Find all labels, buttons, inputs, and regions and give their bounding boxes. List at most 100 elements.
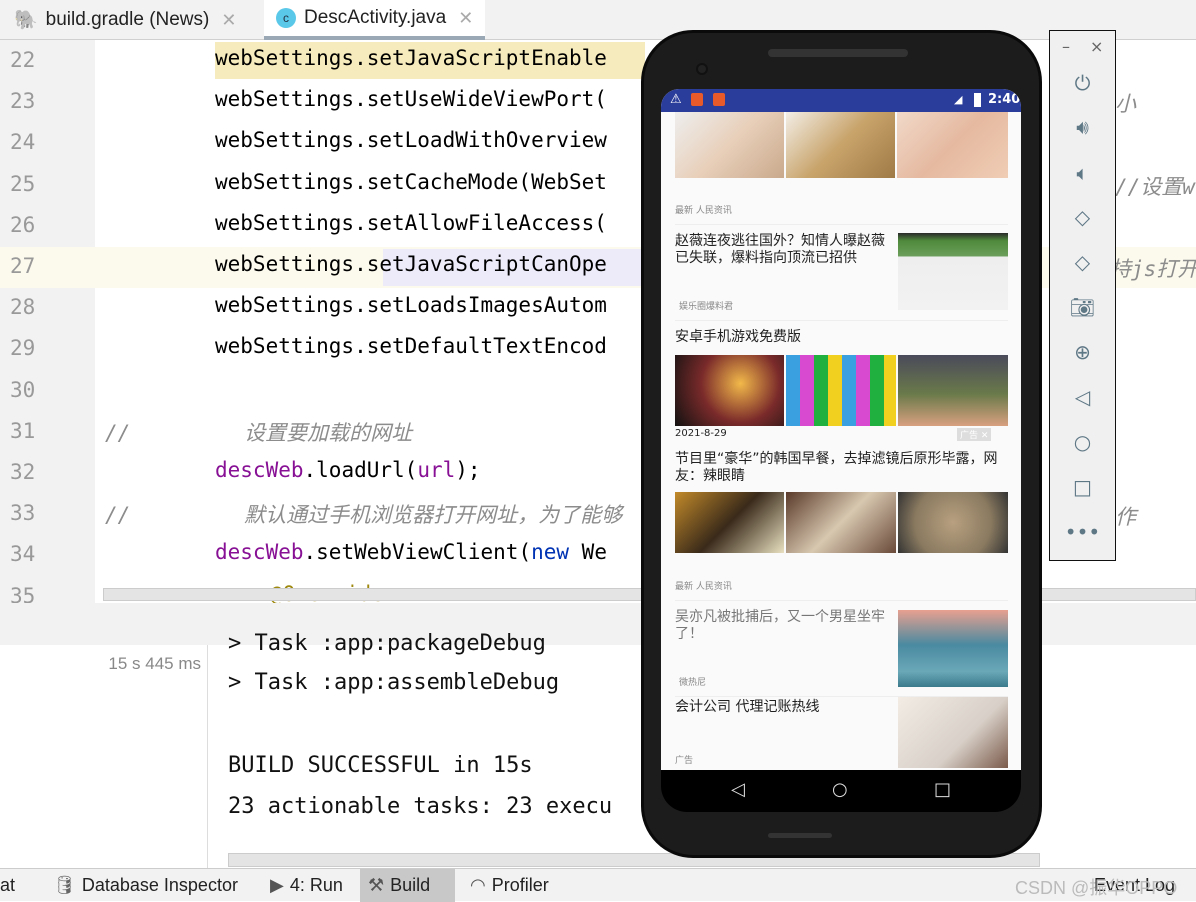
build-duration: 15 s 445 ms <box>108 654 201 673</box>
code-line: webSettings.setUseWideViewPort( <box>215 87 607 112</box>
code-fragment: //设置w <box>1115 175 1195 199</box>
article-image[interactable] <box>675 492 784 553</box>
profiler-icon: ◠ <box>470 875 486 895</box>
ad-image[interactable] <box>898 355 1008 426</box>
ad-image[interactable] <box>786 355 896 426</box>
tool-profiler[interactable]: ◠ Profiler <box>462 869 557 902</box>
editor-tabs: 🐘 build.gradle (News) ✕ c DescActivity.ja… <box>0 0 1196 40</box>
ad-title[interactable]: 安卓手机游戏免费版 <box>675 329 801 346</box>
feed-image[interactable] <box>786 112 895 178</box>
code-line: webSettings.setDefaultTextEncod <box>215 334 607 359</box>
comment-marker: // <box>105 420 131 445</box>
volume-down-icon[interactable]: 🔈︎ <box>1050 161 1115 185</box>
code-line: webSettings.setJavaScriptCanOpe <box>215 252 607 276</box>
ad-image[interactable] <box>675 355 784 426</box>
line-number: 29 <box>10 336 36 361</box>
close-tab-icon[interactable]: ✕ <box>458 8 473 29</box>
nav-home-icon[interactable]: ○ <box>832 779 848 800</box>
camera-icon[interactable]: 📷︎ <box>1050 295 1115 319</box>
ad-thumbnail[interactable] <box>898 697 1008 768</box>
speaker-grill <box>768 49 908 57</box>
field-ref: descWeb <box>215 458 304 482</box>
tool-database-inspector[interactable]: 🛢 Database Inspector <box>45 869 246 902</box>
line-number: 24 <box>10 130 36 155</box>
article-thumbnail[interactable] <box>898 610 1008 687</box>
tab-desc-activity[interactable]: c DescActivity.java ✕ <box>264 0 486 40</box>
output-line: BUILD SUCCESSFUL in 15s <box>228 753 533 778</box>
comment-marker: // <box>105 503 131 528</box>
tool-build[interactable]: ⚒ Build <box>360 869 455 902</box>
hammer-icon: ⚒ <box>368 875 385 895</box>
more-icon[interactable]: ••• <box>1050 520 1115 544</box>
ad-date: 2021-8-29 <box>675 428 727 439</box>
overview-icon[interactable]: □ <box>1050 475 1115 499</box>
tab-build-gradle[interactable]: 🐘 build.gradle (News) ✕ <box>14 0 236 40</box>
article-image[interactable] <box>898 492 1008 553</box>
minimize-button[interactable]: – <box>1062 37 1070 56</box>
feed-image[interactable] <box>897 112 1008 178</box>
line-number: 34 <box>10 542 36 567</box>
back-icon[interactable]: ◁ <box>1050 385 1115 409</box>
line-number: 27 <box>10 254 36 278</box>
tool-run[interactable]: ▶ 4: Run <box>262 869 351 902</box>
nav-back-icon[interactable]: ◁ <box>731 779 745 800</box>
feed-image[interactable] <box>675 112 784 178</box>
article-title[interactable]: 节目里“豪华”的韩国早餐，去掉滤镜后原形毕露，网友：辣眼睛 <box>675 451 1005 485</box>
field-ref: descWeb <box>215 540 304 565</box>
code-tail: ); <box>455 458 481 482</box>
output-line: 23 actionable tasks: 23 execu <box>228 794 613 819</box>
line-number: 30 <box>10 377 36 402</box>
code-line: webSettings.setLoadsImagesAutom <box>215 293 607 318</box>
code-line: webSettings.setAllowFileAccess( <box>215 210 607 235</box>
tool-logcat[interactable]: at <box>0 869 23 902</box>
article-thumbnail[interactable] <box>898 233 1008 310</box>
tool-label: Profiler <box>491 875 549 895</box>
tool-window-bar: at 🛢 Database Inspector ▶ 4: Run ⚒ Build ◠ P… <box>0 868 1196 902</box>
article-title[interactable]: 吴亦凡被批捕后，又一个男星坐牢了！ <box>675 609 893 643</box>
tool-label: 4: Run <box>289 875 343 895</box>
phone-screen[interactable]: ⚠ ◢ 2:40 最新 人民资讯 赵薇连夜逃往国外？知情人曝赵薇已失联，爆料指向… <box>661 89 1021 770</box>
ad-title[interactable]: 会计公司 代理记账热线 <box>675 699 819 716</box>
tool-label: Build <box>390 875 431 895</box>
article-source: 娱乐圈爆料君 <box>679 302 734 312</box>
status-time: 2:40 <box>988 92 1021 107</box>
line-number: 33 <box>10 501 36 526</box>
line-number: 25 <box>10 171 36 196</box>
home-icon[interactable]: ○ <box>1050 430 1115 454</box>
close-tab-icon[interactable]: ✕ <box>221 10 236 31</box>
ad-tag[interactable]: 广告 ✕ <box>957 428 992 441</box>
rotate-left-icon[interactable]: ◇ <box>1050 205 1115 229</box>
section-label: 最新 人民资讯 <box>675 582 732 592</box>
ad-label: 广告 <box>675 756 694 766</box>
line-number: 26 <box>10 212 36 237</box>
front-camera <box>696 63 708 75</box>
nav-recents-icon[interactable]: □ <box>934 779 951 800</box>
status-bar: ⚠ ◢ 2:40 <box>661 89 1021 112</box>
code-line: // 默认通过手机浏览器打开网址，为了能够 <box>105 499 622 529</box>
notification-app-icon <box>691 93 703 106</box>
article-image[interactable] <box>786 492 896 553</box>
zoom-icon[interactable]: ⊕ <box>1050 340 1115 364</box>
article-title[interactable]: 赵薇连夜逃往国外？知情人曝赵薇已失联，爆料指向顶流已招供 <box>675 233 893 267</box>
line-number: 35 <box>10 583 36 603</box>
close-button[interactable]: × <box>1090 37 1103 56</box>
tool-label: at <box>0 875 16 895</box>
section-label: 最新 人民资讯 <box>675 206 732 216</box>
keyword: new <box>531 540 570 565</box>
build-tree[interactable]: 15 s 445 ms <box>0 645 208 868</box>
volume-up-icon[interactable]: 🔊︎ <box>1050 115 1115 139</box>
code-line: descWeb.loadUrl(url); <box>215 458 481 482</box>
class-c-icon: c <box>276 8 296 28</box>
code-line: webSettings.setJavaScriptEnable <box>215 46 607 70</box>
output-line: > Task :app:packageDebug <box>228 631 546 656</box>
power-icon[interactable]: ⏻ <box>1050 71 1115 95</box>
warning-icon: ⚠ <box>670 92 682 107</box>
article-source: 微热尼 <box>679 678 707 688</box>
divider <box>675 320 1008 321</box>
rotate-right-icon[interactable]: ◇ <box>1050 250 1115 274</box>
line-number: 28 <box>10 295 36 320</box>
tab-label: build.gradle (News) <box>45 9 210 30</box>
notification-app-icon <box>713 93 725 106</box>
comment-text: 设置要加载的网址 <box>244 420 413 445</box>
code-line: webSettings.setLoadWithOverview <box>215 128 607 153</box>
